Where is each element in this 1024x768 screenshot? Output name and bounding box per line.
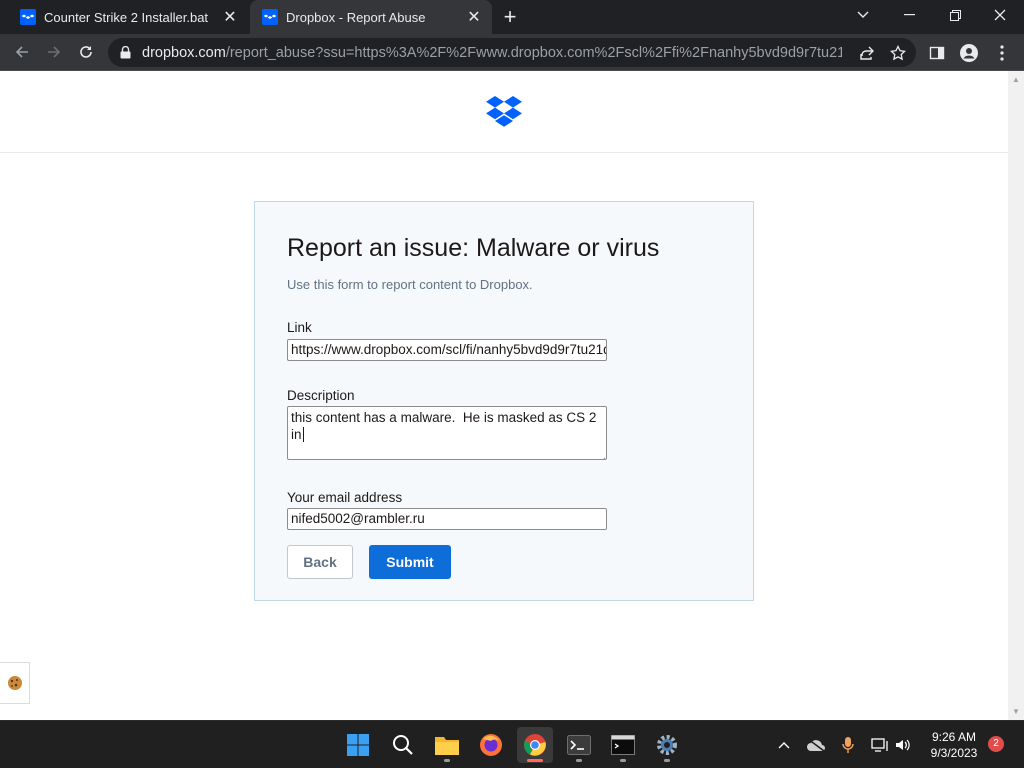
onedrive-cloud-icon[interactable] [806,735,826,755]
terminal-icon[interactable] [561,727,597,763]
cookie-settings-icon[interactable] [0,662,30,704]
scroll-up-icon[interactable]: ▲ [1012,75,1020,84]
tab-title: Dropbox - Report Abuse [286,9,426,25]
browser-toolbar: dropbox.com/report_abuse?ssu=https%3A%2F… [0,34,1024,71]
running-indicator [444,759,450,762]
web-page: Report an issue: Malware or virus Use th… [0,71,1008,720]
notification-badge[interactable]: 2 [988,736,1004,752]
dropbox-logo-icon[interactable] [486,95,522,127]
tab-counter-strike-installer[interactable]: Counter Strike 2 Installer.bat ✕ [8,0,248,34]
running-indicator [576,759,582,762]
microphone-icon[interactable] [838,735,858,755]
clock-time: 9:26 AM [931,730,977,744]
clock-date: 9/3/2023 [930,746,978,760]
back-button[interactable]: Back [287,545,353,579]
minimize-icon[interactable] [889,0,929,30]
form-subtitle: Use this form to report content to Dropb… [287,277,533,292]
show-hidden-icons-chevron-icon[interactable] [774,735,794,755]
file-explorer-icon[interactable] [429,727,465,763]
url-text: dropbox.com/report_abuse?ssu=https%3A%2F… [142,44,842,61]
close-tab-icon[interactable]: ✕ [220,7,240,27]
browser-tab-strip: Counter Strike 2 Installer.bat ✕ Dropbox… [0,0,1024,34]
link-input[interactable]: https://www.dropbox.com/scl/fi/nanhy5bvd… [287,339,607,361]
chrome-icon[interactable] [517,727,553,763]
description-label: Description [287,388,355,403]
report-form-card: Report an issue: Malware or virus Use th… [254,201,754,601]
search-icon[interactable] [385,727,421,763]
resize-handle-icon[interactable] [598,451,606,459]
tab-title: Counter Strike 2 Installer.bat [44,9,209,25]
windows-taskbar: 9:26 AM 9/3/2023 [0,720,1024,768]
volume-speaker-icon[interactable] [893,735,913,755]
email-label: Your email address [287,490,403,505]
system-clock[interactable]: 9:26 AM 9/3/2023 [920,729,988,761]
tab-search-chevron-icon[interactable] [843,0,883,30]
network-icon[interactable] [870,735,890,755]
profile-avatar-icon[interactable] [959,43,979,63]
scroll-down-icon[interactable]: ▼ [1012,707,1020,716]
email-input[interactable]: nifed5002@rambler.ru [287,508,607,530]
restore-icon[interactable] [935,0,975,30]
dropbox-favicon-icon [262,9,278,25]
side-panel-icon[interactable] [927,43,947,63]
submit-button[interactable]: Submit [369,545,451,579]
close-tab-icon[interactable]: ✕ [464,7,484,27]
browser-menu-icon[interactable] [992,43,1012,63]
settings-gear-icon[interactable] [649,727,685,763]
running-indicator [620,759,626,762]
lock-icon[interactable] [120,46,132,60]
close-window-icon[interactable] [980,0,1020,30]
description-textarea[interactable]: this content has a malware. He is masked… [287,406,607,460]
tab-dropbox-report-abuse[interactable]: Dropbox - Report Abuse ✕ [250,0,492,34]
link-label: Link [287,320,312,335]
running-indicator [527,759,543,762]
command-prompt-icon[interactable] [605,727,641,763]
running-indicator [664,759,670,762]
text-cursor [302,427,304,442]
start-windows-icon[interactable] [340,727,376,763]
page-scrollbar[interactable]: ▲ ▼ [1008,71,1024,720]
bookmark-star-icon[interactable] [889,44,907,62]
new-tab-icon[interactable]: + [498,4,522,29]
address-bar[interactable]: dropbox.com/report_abuse?ssu=https%3A%2F… [108,38,916,67]
share-icon[interactable] [858,44,876,62]
dropbox-favicon-icon [20,9,36,25]
site-header [0,71,1008,153]
page-title: Report an issue: Malware or virus [287,234,660,262]
firefox-icon[interactable] [473,727,509,763]
reload-icon[interactable] [72,38,100,66]
back-arrow-icon[interactable] [8,38,36,66]
forward-arrow-icon[interactable] [40,38,68,66]
